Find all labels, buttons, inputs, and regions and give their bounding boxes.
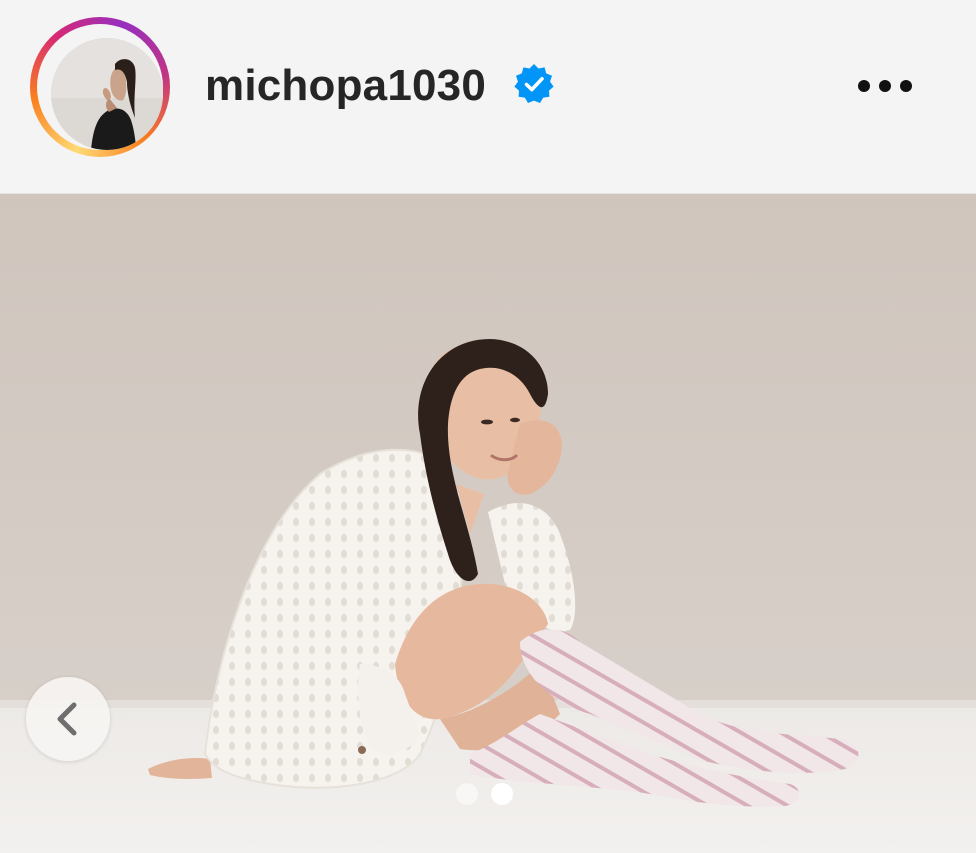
previous-slide-button[interactable] [26, 677, 110, 761]
username[interactable]: michopa1030 [205, 58, 486, 114]
story-ring[interactable] [30, 17, 170, 157]
post-media[interactable] [0, 194, 976, 853]
more-options-button[interactable] [850, 66, 920, 106]
instagram-post: michopa1030 [0, 0, 976, 853]
carousel-dot [456, 783, 478, 805]
chevron-left-icon [57, 702, 77, 736]
more-horizontal-icon [858, 80, 870, 92]
post-header: michopa1030 [0, 0, 976, 193]
avatar[interactable] [51, 38, 163, 150]
carousel-indicator [456, 783, 526, 807]
verified-badge-icon [514, 64, 554, 103]
carousel-dot-active [491, 783, 513, 805]
avatar-photo [51, 38, 163, 150]
post-photo [0, 194, 976, 853]
